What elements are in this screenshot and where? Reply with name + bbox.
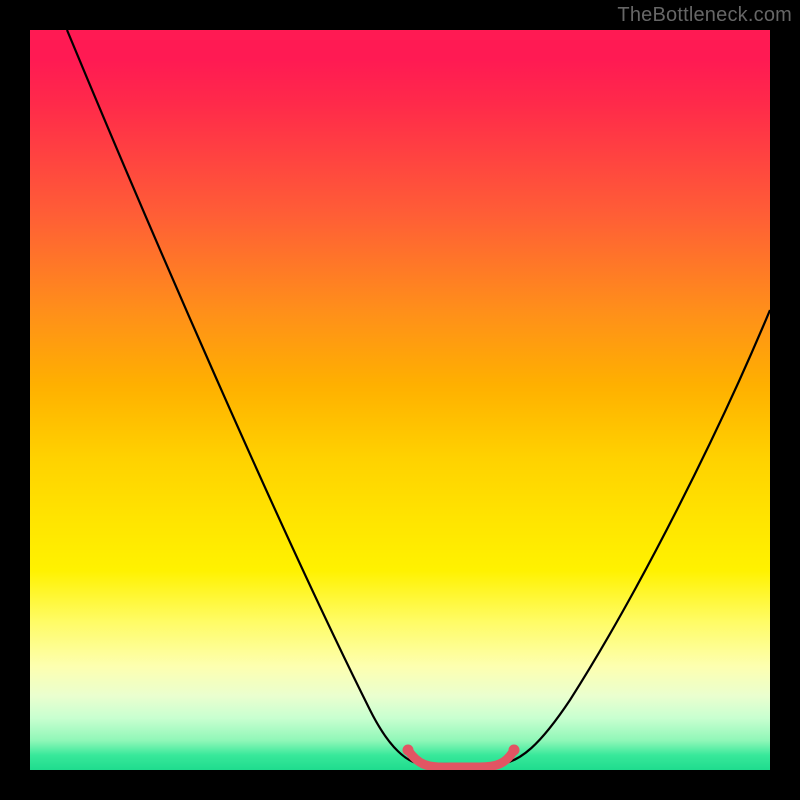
optimum-marker-dot-right bbox=[509, 745, 520, 756]
curve-right-branch bbox=[500, 310, 770, 764]
optimum-marker bbox=[408, 750, 514, 767]
curve-left-branch bbox=[67, 30, 420, 764]
plot-area bbox=[30, 30, 770, 770]
bottleneck-curve bbox=[30, 30, 770, 770]
chart-frame: TheBottleneck.com bbox=[0, 0, 800, 800]
watermark-text: TheBottleneck.com bbox=[617, 4, 792, 27]
optimum-marker-dot-left bbox=[403, 745, 414, 756]
